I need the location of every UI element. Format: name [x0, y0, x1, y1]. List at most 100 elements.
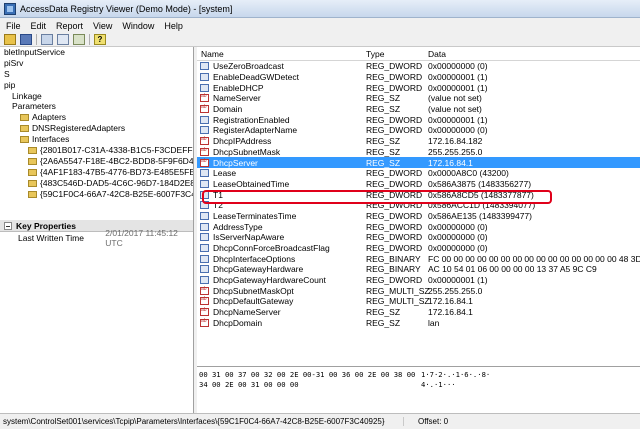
- tree-item[interactable]: Parameters: [0, 101, 193, 112]
- value-row[interactable]: IsServerNapAware REG_DWORD 0x00000000 (0): [197, 232, 640, 243]
- value-type-cell: REG_DWORD: [366, 221, 423, 232]
- value-name-cell: IsServerNapAware: [197, 232, 364, 242]
- value-row[interactable]: UseZeroBroadcast REG_DWORD 0x00000000 (0): [197, 61, 640, 72]
- menu-help[interactable]: Help: [164, 21, 183, 31]
- value-name-cell: DhcpConnForceBroadcastFlag: [197, 243, 364, 253]
- open-folder-icon[interactable]: [4, 34, 16, 45]
- value-name-cell: AddressType: [197, 222, 364, 232]
- tree-item[interactable]: {2A6A5547-F18E-4BC2-BDD8-5F9F6D48503C}: [0, 156, 193, 167]
- value-name-cell: DhcpSubnetMask: [197, 147, 364, 157]
- value-type-cell: REG_DWORD: [366, 232, 423, 243]
- value-data-cell: FC 00 00 00 00 00 00 00 00 00 00 00 00 0…: [428, 253, 640, 264]
- value-row[interactable]: RegistrationEnabled REG_DWORD 0x00000001 (…: [197, 114, 640, 125]
- value-row[interactable]: Lease REG_DWORD 0x0000A8C0 (43200): [197, 168, 640, 179]
- toolbar-separator: [89, 34, 90, 45]
- column-data-header[interactable]: Data: [426, 49, 640, 59]
- tree-item[interactable]: piSrv: [0, 58, 193, 69]
- binary-value-icon: [200, 276, 209, 285]
- value-data-cell: AC 10 54 01 06 00 00 00 00 13 37 A5 9C C…: [428, 264, 597, 275]
- value-row[interactable]: DhcpInterfaceOptions REG_BINARY FC 00 00 0…: [197, 253, 640, 264]
- string-value-icon: [200, 307, 209, 317]
- value-name: DhcpGatewayHardwareCount: [213, 275, 326, 286]
- value-row[interactable]: DhcpDefaultGateway REG_MULTI_SZ172.16.84.…: [197, 296, 640, 307]
- status-path: system\ControlSet001\services\Tcpip\Para…: [3, 417, 385, 426]
- value-row[interactable]: NameServer REG_SZ (value not set): [197, 93, 640, 104]
- value-data-cell: 172.16.84.1: [428, 307, 473, 318]
- value-row[interactable]: DhcpIPAddress REG_SZ 172.16.84.182: [197, 136, 640, 147]
- value-name-cell: DhcpInterfaceOptions: [197, 254, 364, 264]
- folder-icon: [28, 190, 37, 198]
- value-data-cell: 0x00000001 (1): [428, 72, 488, 83]
- value-row[interactable]: DhcpConnForceBroadcastFlag REG_DWORD 0x000…: [197, 243, 640, 254]
- tree-item[interactable]: Adapters: [0, 112, 193, 123]
- value-type-cell: REG_DWORD: [366, 168, 423, 179]
- string-value-icon: [200, 104, 209, 114]
- column-type-header[interactable]: Type: [364, 49, 426, 59]
- value-row[interactable]: DhcpSubnetMaskOpt REG_MULTI_SZ255.255.255…: [197, 285, 640, 296]
- value-row[interactable]: LeaseTerminatesTime REG_DWORD 0x586AE135 (…: [197, 211, 640, 222]
- app-icon: [4, 2, 16, 15]
- tree-item[interactable]: Linkage: [0, 91, 193, 102]
- value-row[interactable]: DhcpGatewayHardwareCount REG_DWORD 0x00000…: [197, 275, 640, 286]
- tree-item-label: DNSRegisteredAdapters: [32, 123, 126, 134]
- hex-view[interactable]: 00 31 00 37 00 32 00 2E 00-31 00 36 00 2…: [197, 366, 640, 412]
- value-type-cell: REG_DWORD: [366, 114, 423, 125]
- value-row[interactable]: EnableDHCP REG_DWORD 0x00000001 (1): [197, 82, 640, 93]
- value-name-cell: DhcpGatewayHardwareCount: [197, 275, 364, 285]
- value-name: DhcpGatewayHardware: [213, 264, 304, 275]
- collapse-icon[interactable]: [4, 221, 12, 230]
- status-offset: Offset: 0: [403, 417, 448, 426]
- column-name-header[interactable]: Name: [197, 49, 364, 59]
- registry-tree[interactable]: bletInputService piSrv Spip Linkage Paramete…: [0, 47, 194, 220]
- value-name: DhcpNameServer: [213, 307, 281, 318]
- value-name-cell: EnableDeadGWDetect: [197, 72, 364, 82]
- tree-item[interactable]: {483C546D-DAD5-4C6C-96D7-184D2E83257}: [0, 178, 193, 189]
- menu-view[interactable]: View: [93, 21, 112, 31]
- tree-item[interactable]: bletInputService: [0, 47, 193, 58]
- tree-item-label: {483C546D-DAD5-4C6C-96D7-184D2E83257}: [40, 177, 194, 188]
- tree-item[interactable]: {59C1F0C4-66A7-42C8-B25E-6007F3C40925}: [0, 189, 193, 200]
- value-row[interactable]: DhcpGatewayHardware REG_BINARY AC 10 54 01…: [197, 264, 640, 275]
- value-type-cell: REG_SZ: [366, 307, 401, 318]
- value-row[interactable]: AddressType REG_DWORD 0x00000000 (0): [197, 221, 640, 232]
- value-name-cell: LeaseObtainedTime: [197, 179, 364, 189]
- menu-bar: File Edit Report View Window Help: [0, 18, 640, 33]
- value-row[interactable]: DhcpNameServer REG_SZ 172.16.84.1: [197, 307, 640, 318]
- value-row[interactable]: DhcpServer REG_SZ 172.16.84.1: [197, 157, 640, 168]
- menu-file[interactable]: File: [6, 21, 21, 31]
- menu-report[interactable]: Report: [56, 21, 83, 31]
- help-icon[interactable]: ?: [94, 34, 106, 45]
- string-value-icon: [200, 93, 209, 103]
- tree-item[interactable]: pip: [0, 80, 193, 91]
- key-properties-panel: Key Properties Last Written Time 2/01/20…: [0, 220, 194, 413]
- value-name: DhcpInterfaceOptions: [213, 253, 296, 264]
- tree-item[interactable]: S: [0, 69, 193, 80]
- value-row[interactable]: DhcpDomain REG_SZ lan: [197, 318, 640, 329]
- string-value-icon: [200, 318, 209, 327]
- value-type-cell: REG_MULTI_SZ: [366, 285, 430, 296]
- value-row[interactable]: Domain REG_SZ (value not set): [197, 104, 640, 115]
- report-icon[interactable]: [57, 34, 69, 45]
- tree-item[interactable]: DNSRegisteredAdapters: [0, 123, 193, 134]
- value-row[interactable]: DhcpSubnetMask REG_SZ 255.255.255.0: [197, 147, 640, 158]
- value-row[interactable]: LeaseObtainedTime REG_DWORD 0x586A3875 (14…: [197, 179, 640, 190]
- value-name: EnableDeadGWDetect: [213, 72, 299, 83]
- value-type-cell: REG_DWORD: [366, 243, 423, 254]
- tree-item-label: Interfaces: [32, 134, 70, 145]
- value-type-cell: REG_SZ: [366, 93, 401, 104]
- menu-window[interactable]: Window: [122, 21, 154, 31]
- value-row[interactable]: RegisterAdapterName REG_DWORD 0x00000000 (…: [197, 125, 640, 136]
- save-icon[interactable]: [20, 34, 32, 45]
- tree-item[interactable]: {4AF1F183-47B5-4776-BD73-E485E5FE177C}: [0, 167, 193, 178]
- value-data-cell: 172.16.84.1: [428, 296, 473, 307]
- hex-line: 34 00 2E 00 31 00 00 00 4·.·1···: [199, 380, 638, 390]
- tree-item-label: {59C1F0C4-66A7-42C8-B25E-6007F3C40925}: [40, 188, 194, 199]
- tree-item[interactable]: Interfaces: [0, 134, 193, 145]
- tree-item[interactable]: {2801B017-C31A-4338-B1C5-F3CDEFF094F8}: [0, 145, 193, 156]
- find-icon[interactable]: [73, 34, 85, 45]
- value-row[interactable]: EnableDeadGWDetect REG_DWORD 0x00000001 (1…: [197, 72, 640, 83]
- value-name: NameServer: [213, 93, 261, 104]
- menu-edit[interactable]: Edit: [31, 21, 47, 31]
- value-data-cell: 0x586AE135 (1483399477): [428, 210, 532, 221]
- view-icon[interactable]: [41, 34, 53, 45]
